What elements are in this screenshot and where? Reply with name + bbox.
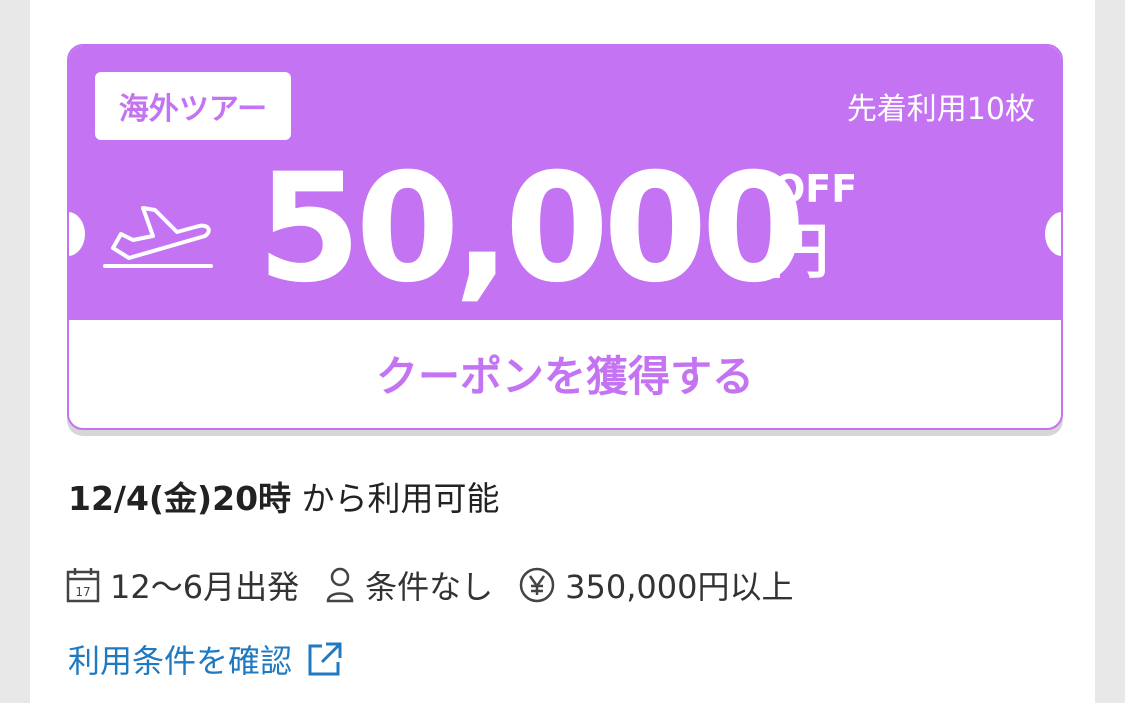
condition-price: 350,000円以上 [519,562,793,608]
terms-link-label: 利用条件を確認 [68,642,293,680]
usage-limit: 先着利用10枚 [846,92,1035,127]
terms-link[interactable]: 利用条件を確認 [68,636,344,682]
availability-text: 12/4(金)20時 から利用可能 [68,472,500,520]
person-icon [325,567,355,603]
airplane-icon [99,196,219,276]
condition-price-text: 350,000円以上 [565,568,794,606]
availability-suffix: から利用可能 [291,479,500,518]
condition-departure-text: 12〜6月出発 [110,568,300,606]
svg-text:17: 17 [75,585,90,599]
coupon-conditions: 17 12〜6月出発 条件なし 350,000円以上 [66,562,809,608]
category-badge: 海外ツアー [95,72,291,140]
condition-departure: 17 12〜6月出発 [66,562,299,608]
coupon-card: 海外ツアー 先着利用10枚 50,000 OFF 円 クーポンを獲得する [67,44,1063,430]
page-container: 海外ツアー 先着利用10枚 50,000 OFF 円 クーポンを獲得する 12/… [30,0,1095,703]
condition-person-text: 条件なし [365,568,494,606]
discount-amount: 50,000 [257,142,806,316]
calendar-icon: 17 [66,567,100,603]
coupon-notch-left [69,212,85,256]
condition-person: 条件なし [325,562,493,608]
off-label: OFF [773,167,858,211]
yen-icon [519,567,555,603]
get-coupon-button[interactable]: クーポンを獲得する [69,320,1061,426]
availability-date: 12/4(金)20時 [68,479,292,518]
currency-label: 円 [769,217,829,287]
external-link-icon [306,640,344,678]
coupon-header: 海外ツアー 先着利用10枚 50,000 OFF 円 [69,46,1061,320]
coupon-notch-right [1045,212,1061,256]
